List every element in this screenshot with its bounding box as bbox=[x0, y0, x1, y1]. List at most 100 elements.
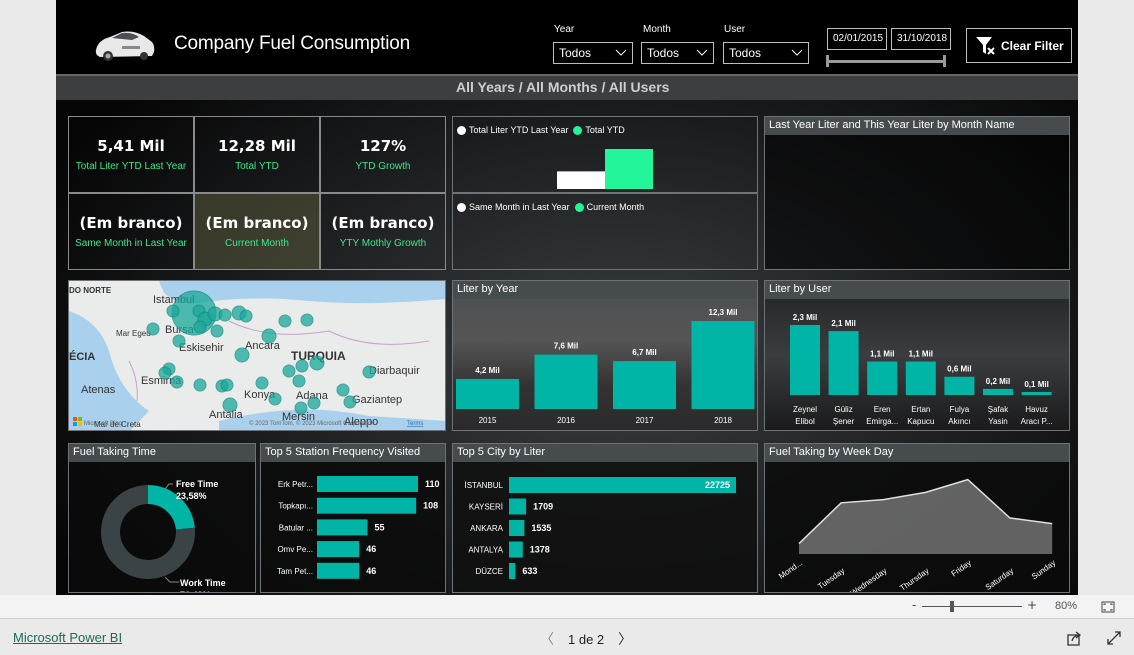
map-bubble bbox=[343, 395, 357, 409]
weekday-axis-label: Wednesday bbox=[849, 566, 889, 592]
kpi-value: 5,41 Mil bbox=[97, 137, 165, 155]
zoom-level: 80% bbox=[1055, 600, 1078, 612]
user-bar bbox=[983, 388, 1013, 395]
year-bar bbox=[691, 321, 755, 409]
prev-page-button[interactable]: 〈 bbox=[540, 629, 554, 649]
chevron-down-icon bbox=[615, 49, 627, 56]
user-bar-label: 1,1 Mil bbox=[870, 350, 894, 359]
user-bar bbox=[867, 361, 898, 395]
city-value: 1709 bbox=[533, 502, 553, 512]
leader-line bbox=[164, 483, 173, 490]
map-bubble bbox=[210, 324, 224, 338]
panel-title: Liter by User bbox=[765, 281, 1069, 299]
map-bubble bbox=[239, 309, 253, 323]
weekday-axis-label: Friday bbox=[950, 558, 973, 578]
filter-summary-text: All Years / All Months / All Users bbox=[456, 79, 670, 95]
legend-dot bbox=[574, 202, 584, 212]
range-end-handle[interactable] bbox=[943, 55, 946, 67]
map-canvas[interactable]: DO NORTEIstambulBursaMar EgeuEskisehirÉC… bbox=[69, 281, 446, 431]
fullscreen-icon[interactable] bbox=[1106, 630, 1122, 646]
station-value: 108 bbox=[423, 501, 438, 511]
kpi-value: 12,28 Mil bbox=[218, 137, 296, 155]
kpi-card: (Em branco) Same Month in Last Year bbox=[68, 193, 194, 270]
liter-by-user-chart: Liter by User 2,3 Mil Zeynel Elibol 2,1 Mil… bbox=[764, 280, 1070, 431]
ytd-bar bbox=[605, 149, 653, 189]
legend-label: Current Month bbox=[586, 202, 645, 212]
user-bar-label: 1,1 Mil bbox=[909, 350, 933, 359]
city-label: ANTALYA bbox=[468, 546, 503, 555]
slice-value-label: 76,42% bbox=[180, 590, 211, 592]
chevron-down-icon bbox=[791, 49, 803, 56]
report-canvas: Company Fuel Consumption Year Todos Mont… bbox=[56, 0, 1078, 595]
share-icon[interactable] bbox=[1066, 630, 1082, 646]
kpi-label: Total Liter YTD Last Year bbox=[75, 161, 187, 172]
weekday-area-fill bbox=[799, 479, 1053, 554]
start-date-input[interactable]: 02/01/2015 bbox=[827, 28, 887, 50]
zoom-slider[interactable] bbox=[922, 601, 1022, 612]
weekday-axis-label: Tuesday bbox=[816, 566, 846, 591]
user-axis-label: Elibol bbox=[795, 417, 815, 426]
city-bar bbox=[509, 563, 516, 579]
city-value: 1378 bbox=[530, 545, 550, 555]
kpi-label: YTD Growth bbox=[355, 161, 411, 172]
year-slicer[interactable]: Todos bbox=[553, 42, 633, 64]
kpi-card: 127% YTD Growth bbox=[320, 116, 446, 193]
user-axis-label: Havuz bbox=[1025, 405, 1048, 414]
map-bubble bbox=[278, 314, 292, 328]
user-bar-label: 2,1 Mil bbox=[831, 319, 855, 328]
year-bar bbox=[534, 354, 598, 409]
kpi-label: Total YTD bbox=[235, 161, 279, 172]
zoom-out-button[interactable]: - bbox=[912, 598, 916, 612]
station-label: Batular ... bbox=[279, 523, 313, 532]
end-date-input[interactable]: 31/10/2018 bbox=[891, 28, 951, 50]
clear-filter-button[interactable]: Clear Filter bbox=[966, 28, 1072, 63]
user-axis-label: Şener bbox=[833, 417, 855, 426]
weekday-axis-label: Thursday bbox=[898, 566, 930, 592]
kpi-label: Same Month in Last Year bbox=[75, 238, 187, 249]
map-place-label: Atenas bbox=[81, 384, 116, 396]
chevron-down-icon bbox=[696, 49, 708, 56]
city-bar bbox=[509, 477, 736, 493]
map-bubble bbox=[166, 304, 180, 318]
station-label: Erk Petr... bbox=[278, 480, 313, 489]
donut-chart: Free Time 23,58% Work Time 76,42% bbox=[100, 479, 226, 595]
map-bubble bbox=[336, 383, 350, 397]
city-bars: İSTANBUL 22725 KAYSERİ 1709 ANKARA 1535 ANTALY… bbox=[464, 477, 736, 579]
powerbi-link[interactable]: Microsoft Power BI bbox=[13, 630, 122, 645]
user-axis-label: Kapucu bbox=[907, 417, 934, 426]
slice-category-label: Free Time bbox=[176, 479, 218, 489]
date-range-slider[interactable] bbox=[826, 55, 946, 67]
year-slicer-label: Year bbox=[554, 24, 575, 35]
legend-dot bbox=[457, 202, 466, 212]
user-axis-label: Emirga... bbox=[866, 417, 898, 426]
user-axis-label: Güliz bbox=[834, 405, 852, 414]
range-start-handle[interactable] bbox=[826, 55, 829, 67]
map-bubble bbox=[261, 328, 277, 344]
map-bubble bbox=[362, 365, 376, 379]
slice-category-label: Work Time bbox=[180, 578, 226, 588]
filter-summary-bar: All Years / All Months / All Users bbox=[56, 74, 1078, 100]
user-axis-label: Aracı P... bbox=[1021, 417, 1053, 426]
user-slicer[interactable]: Todos bbox=[723, 42, 809, 64]
year-axis-label: 2018 bbox=[714, 416, 732, 425]
city-map[interactable]: DO NORTEIstambulBursaMar EgeuEskisehirÉC… bbox=[68, 280, 446, 431]
map-bubble bbox=[170, 375, 184, 389]
month-compare-chart: Same Month in Last Year Current Month bbox=[452, 193, 758, 270]
report-header: Company Fuel Consumption Year Todos Mont… bbox=[56, 0, 1078, 74]
month-slicer[interactable]: Todos bbox=[641, 42, 714, 64]
station-bar bbox=[317, 519, 368, 536]
fit-to-page-icon[interactable] bbox=[1101, 601, 1115, 613]
zoom-in-button[interactable]: + bbox=[1027, 598, 1037, 612]
zoom-slider-thumb[interactable] bbox=[950, 601, 954, 612]
map-terms-link[interactable]: Terms bbox=[407, 421, 423, 427]
user-axis-label: Eren bbox=[874, 405, 891, 414]
bing-label: Microsoft Bing bbox=[84, 421, 122, 427]
map-bubble bbox=[193, 320, 207, 334]
station-value: 110 bbox=[425, 479, 440, 489]
user-bar-label: 0,1 Mil bbox=[1024, 380, 1048, 389]
kpi-cards: 5,41 Mil Total Liter YTD Last Year 12,28 … bbox=[68, 116, 446, 270]
next-page-button[interactable]: 〉 bbox=[618, 629, 632, 649]
ytd-bars bbox=[557, 149, 653, 189]
user-bar bbox=[905, 361, 936, 395]
map-place-label: Diarbaquir bbox=[369, 365, 420, 377]
